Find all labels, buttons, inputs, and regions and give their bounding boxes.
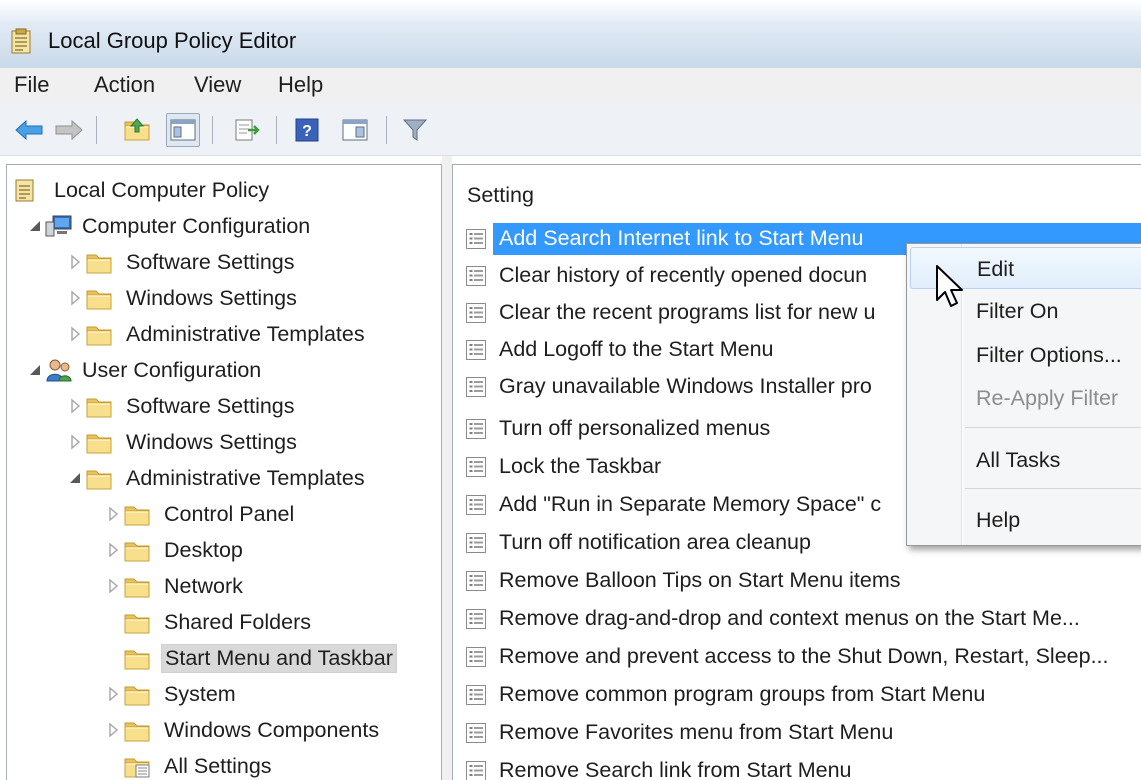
up-folder-icon[interactable] <box>120 113 154 147</box>
export-list-icon[interactable] <box>230 113 264 147</box>
menu-help[interactable]: Help <box>276 72 325 98</box>
tree-node-computer-configuration[interactable]: Computer Configuration <box>25 209 313 243</box>
menu-file[interactable]: File <box>12 72 51 98</box>
pane-splitter[interactable] <box>442 156 452 780</box>
tree-node-windows-components[interactable]: Windows Components <box>103 713 382 747</box>
policy-icon <box>11 177 39 203</box>
setting-row[interactable]: Remove drag-and-drop and context menus o… <box>453 601 1141 637</box>
tree-pane: Local Computer Policy Computer Configura… <box>6 164 442 780</box>
title-bar: Local Group Policy Editor <box>0 0 1141 68</box>
context-menu-all-tasks[interactable]: All Tasks <box>910 439 1141 481</box>
tree-node-start-menu-and-taskbar[interactable]: Start Menu and Taskbar <box>103 641 397 675</box>
collapsed-arrow-icon[interactable] <box>103 540 123 560</box>
context-menu-separator <box>965 427 1141 428</box>
policy-setting-icon <box>466 685 486 705</box>
policy-setting-icon <box>466 495 486 515</box>
tree-node-all-settings[interactable]: All Settings <box>103 749 275 780</box>
users-icon <box>45 357 73 383</box>
policy-setting-icon <box>466 533 486 553</box>
tree-node-user-configuration[interactable]: User Configuration <box>25 353 264 387</box>
policy-setting-icon <box>466 457 486 477</box>
tree-node-computer-administrative-templates[interactable]: Administrative Templates <box>65 317 368 351</box>
context-menu-filter-options[interactable]: Filter Options... <box>910 334 1141 376</box>
collapsed-arrow-icon[interactable] <box>65 252 85 272</box>
collapsed-arrow-icon[interactable] <box>65 432 85 452</box>
computer-icon <box>45 213 73 239</box>
policy-setting-icon <box>466 761 486 780</box>
setting-row[interactable]: Remove Balloon Tips on Start Menu items <box>453 563 1141 599</box>
policy-setting-icon <box>466 340 486 360</box>
folder-icon <box>85 321 113 347</box>
folder-icon <box>85 285 113 311</box>
tree-node-user-software-settings[interactable]: Software Settings <box>65 389 298 423</box>
column-header-setting[interactable]: Setting <box>453 165 1141 211</box>
back-arrow-icon[interactable] <box>12 113 46 147</box>
setting-row[interactable]: Remove common program groups from Start … <box>453 677 1141 713</box>
all-settings-icon <box>123 753 151 779</box>
tree-node-local-computer-policy[interactable]: Local Computer Policy <box>11 173 272 207</box>
tree-node-computer-software-settings[interactable]: Software Settings <box>65 245 298 279</box>
folder-icon <box>123 501 151 527</box>
collapsed-arrow-icon[interactable] <box>65 324 85 344</box>
collapsed-arrow-icon[interactable] <box>103 684 123 704</box>
policy-setting-icon <box>466 571 486 591</box>
policy-setting-icon <box>466 609 486 629</box>
policy-setting-icon <box>466 266 486 286</box>
context-menu-help[interactable]: Help <box>910 499 1141 541</box>
setting-row[interactable]: Remove Search link from Start Menu <box>453 753 1141 780</box>
menu-bar: File Action View Help <box>0 68 1141 104</box>
folder-icon <box>123 573 151 599</box>
folder-icon <box>123 537 151 563</box>
show-hide-tree-icon[interactable] <box>166 113 200 147</box>
tree-node-user-windows-settings[interactable]: Windows Settings <box>65 425 300 459</box>
policy-setting-icon <box>466 229 486 249</box>
tree-node-computer-windows-settings[interactable]: Windows Settings <box>65 281 300 315</box>
folder-icon <box>85 393 113 419</box>
tree-node-system[interactable]: System <box>103 677 239 711</box>
svg-text:?: ? <box>302 123 312 140</box>
folder-icon <box>85 465 113 491</box>
setting-row[interactable]: Remove Favorites menu from Start Menu <box>453 715 1141 751</box>
forward-arrow-icon[interactable] <box>52 113 86 147</box>
policy-setting-icon <box>466 647 486 667</box>
window-title: Local Group Policy Editor <box>48 28 297 53</box>
help-icon[interactable]: ? <box>290 113 324 147</box>
context-menu-separator <box>965 488 1141 489</box>
collapsed-arrow-icon[interactable] <box>103 720 123 740</box>
folder-icon <box>123 645 151 671</box>
expanded-arrow-icon[interactable] <box>25 216 45 236</box>
policy-setting-icon <box>466 377 486 397</box>
menu-action[interactable]: Action <box>92 72 157 98</box>
tree-node-desktop[interactable]: Desktop <box>103 533 246 567</box>
policy-setting-icon <box>466 419 486 439</box>
collapsed-arrow-icon[interactable] <box>65 396 85 416</box>
expanded-arrow-icon[interactable] <box>25 360 45 380</box>
filter-icon[interactable] <box>398 113 432 147</box>
tree-node-control-panel[interactable]: Control Panel <box>103 497 297 531</box>
mouse-pointer-icon <box>936 265 963 307</box>
tree-node-shared-folders[interactable]: Shared Folders <box>103 605 314 639</box>
policy-setting-icon <box>466 303 486 323</box>
folder-icon <box>123 717 151 743</box>
toolbar: ? <box>0 104 1141 156</box>
policy-setting-icon <box>466 723 486 743</box>
context-menu-reapply-filter[interactable]: Re-Apply Filter <box>910 377 1141 419</box>
policy-editor-icon <box>11 28 31 54</box>
show-hide-action-pane-icon[interactable] <box>338 113 372 147</box>
collapsed-arrow-icon[interactable] <box>103 576 123 596</box>
folder-icon <box>123 609 151 635</box>
setting-row[interactable]: Remove and prevent access to the Shut Do… <box>453 639 1141 675</box>
menu-view[interactable]: View <box>192 72 243 98</box>
tree-node-network[interactable]: Network <box>103 569 246 603</box>
collapsed-arrow-icon[interactable] <box>65 288 85 308</box>
collapsed-arrow-icon[interactable] <box>103 504 123 524</box>
tree-node-user-administrative-templates[interactable]: Administrative Templates <box>65 461 368 495</box>
folder-icon <box>85 429 113 455</box>
expanded-arrow-icon[interactable] <box>65 468 85 488</box>
folder-icon <box>85 249 113 275</box>
folder-icon <box>123 681 151 707</box>
